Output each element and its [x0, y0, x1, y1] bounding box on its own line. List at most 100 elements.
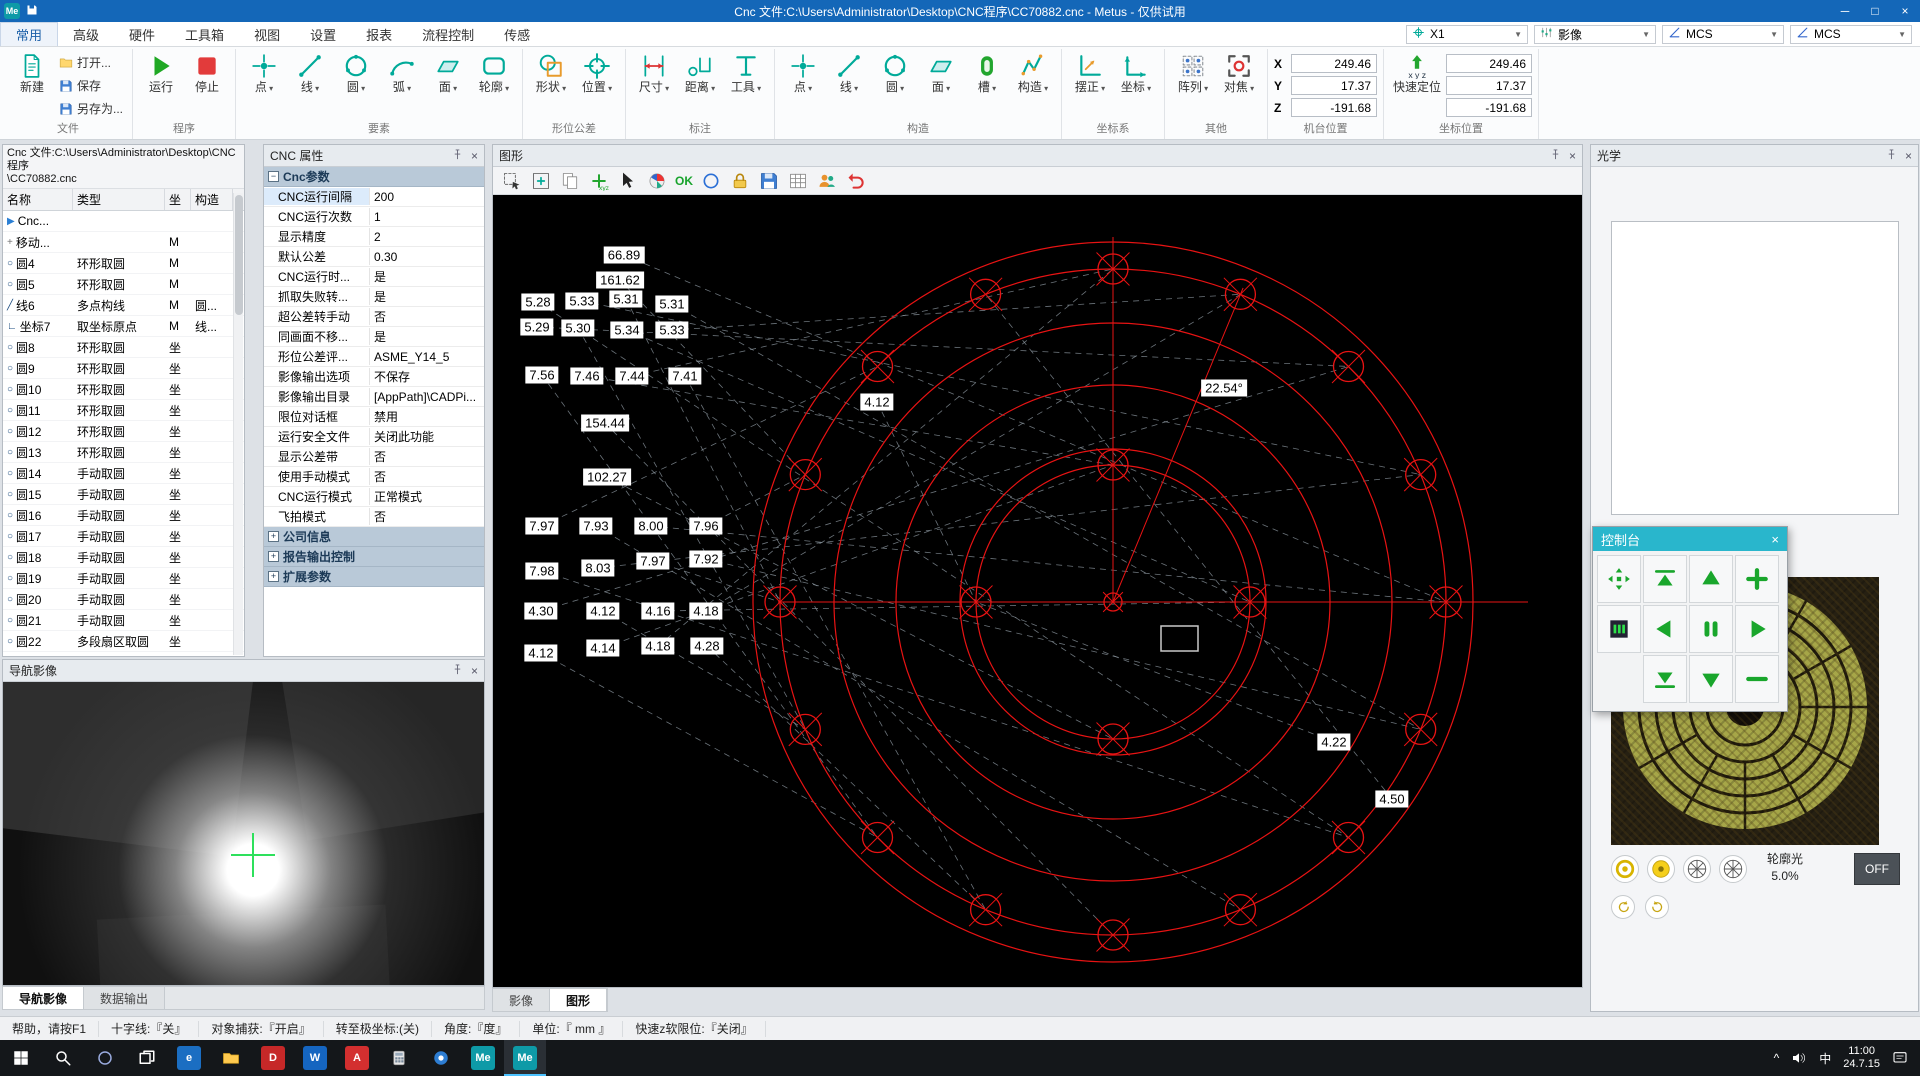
- combo-0-X1[interactable]: X1▼: [1406, 25, 1528, 44]
- minimize-button[interactable]: ─: [1830, 0, 1860, 22]
- prop-row-抓取失败转...[interactable]: 抓取失败转...是: [264, 287, 484, 307]
- light-fan-button-1[interactable]: [1683, 855, 1711, 883]
- ribbon-button-点[interactable]: 点: [242, 49, 286, 95]
- ribbon-button-面[interactable]: 面: [426, 49, 470, 95]
- tree-row-圆16[interactable]: ○圆16手动取圆坐: [3, 505, 244, 526]
- ribbon-button-槽[interactable]: 槽: [965, 49, 1009, 95]
- ribbon-button-圆[interactable]: 圆: [334, 49, 378, 95]
- close-button[interactable]: ×: [1890, 0, 1920, 22]
- prop-row-影像输出选项[interactable]: 影像输出选项不保存: [264, 367, 484, 387]
- tree-row-圆19[interactable]: ○圆19手动取圆坐: [3, 568, 244, 589]
- tab-流程控制[interactable]: 流程控制: [407, 22, 489, 46]
- pin-icon[interactable]: [452, 664, 463, 678]
- taskbar-app-edge[interactable]: e: [168, 1040, 210, 1076]
- prop-row-显示公差带[interactable]: 显示公差带否: [264, 447, 484, 467]
- taskbar-start-button[interactable]: [0, 1040, 42, 1076]
- copy-view-icon[interactable]: [559, 170, 581, 192]
- panel-close-icon[interactable]: ×: [1569, 149, 1576, 163]
- panel-close-icon[interactable]: ×: [1905, 149, 1912, 163]
- tab-报表[interactable]: 报表: [351, 22, 407, 46]
- pointer-tool-icon[interactable]: [617, 170, 639, 192]
- tab-传感[interactable]: 传感: [489, 22, 545, 46]
- ribbon-button-坐标[interactable]: 坐标: [1114, 49, 1158, 95]
- console-step-up[interactable]: [1643, 555, 1687, 603]
- tab-影像[interactable]: 影像: [493, 989, 550, 1011]
- prop-row-默认公差[interactable]: 默认公差0.30: [264, 247, 484, 267]
- pin-icon[interactable]: [452, 149, 463, 163]
- ribbon-button-对焦[interactable]: 对焦: [1217, 49, 1261, 95]
- graphics-canvas[interactable]: 66.89161.625.285.335.315.315.295.305.345…: [493, 195, 1582, 987]
- tree-row-Cnc...[interactable]: ▶Cnc...: [3, 211, 244, 232]
- tree-row-圆17[interactable]: ○圆17手动取圆坐: [3, 526, 244, 547]
- taskbar-search-button[interactable]: [42, 1040, 84, 1076]
- prop-category-报告输出控制[interactable]: +报告输出控制: [264, 547, 484, 567]
- ribbon-button-摆正[interactable]: 摆正: [1068, 49, 1112, 95]
- taskbar-app-folder[interactable]: [210, 1040, 252, 1076]
- taskbar-clock[interactable]: 11:0024.7.15: [1843, 1045, 1880, 1071]
- panel-close-icon[interactable]: ×: [471, 149, 478, 163]
- ribbon-button-保存[interactable]: 保存: [56, 76, 126, 95]
- console-pause[interactable]: [1689, 605, 1733, 653]
- ribbon-button-工具[interactable]: 工具: [724, 49, 768, 95]
- taskbar-app-a[interactable]: A: [336, 1040, 378, 1076]
- taskbar-app-metus-1[interactable]: Me: [462, 1040, 504, 1076]
- prop-row-CNC运行模式[interactable]: CNC运行模式正常模式: [264, 487, 484, 507]
- show-origin-icon[interactable]: xyz: [588, 170, 610, 192]
- tree-row-圆4[interactable]: ○圆4环形取圆M: [3, 253, 244, 274]
- tree-row-圆8[interactable]: ○圆8环形取圆坐: [3, 337, 244, 358]
- prop-category-公司信息[interactable]: +公司信息: [264, 527, 484, 547]
- circle-tool-icon[interactable]: [700, 170, 722, 192]
- ribbon-button-圆[interactable]: 圆: [873, 49, 917, 95]
- combo-1-影像[interactable]: 影像▼: [1534, 25, 1656, 44]
- tree-scrollbar-thumb[interactable]: [235, 195, 243, 315]
- console-jog-down[interactable]: [1689, 655, 1733, 703]
- taskbar-task-view-button[interactable]: [126, 1040, 168, 1076]
- ribbon-button-构造[interactable]: 构造: [1011, 49, 1055, 95]
- ime-indicator[interactable]: 中: [1819, 1050, 1831, 1067]
- prop-row-CNC运行间隔[interactable]: CNC运行间隔200: [264, 187, 484, 207]
- ribbon-button-点[interactable]: 点: [781, 49, 825, 95]
- taskbar-app-metus-2[interactable]: Me: [504, 1040, 546, 1076]
- panel-close-icon[interactable]: ×: [471, 664, 478, 678]
- ribbon-button-打开...[interactable]: 打开...: [56, 53, 126, 72]
- tree-row-圆20[interactable]: ○圆20手动取圆坐: [3, 589, 244, 610]
- light-ring-button[interactable]: [1611, 855, 1639, 883]
- tree-row-圆12[interactable]: ○圆12环形取圆坐: [3, 421, 244, 442]
- console-jog-up[interactable]: [1689, 555, 1733, 603]
- ribbon-button-新建[interactable]: 新建: [10, 49, 54, 94]
- combo-2-MCS[interactable]: MCS▼: [1662, 25, 1784, 44]
- console-close-icon[interactable]: ×: [1771, 532, 1779, 547]
- tab-高级[interactable]: 高级: [58, 22, 114, 46]
- quick-position-button[interactable]: x y z快速定位: [1390, 49, 1444, 94]
- tree-scrollbar[interactable]: [233, 193, 243, 655]
- combo-3-MCS[interactable]: MCS▼: [1790, 25, 1912, 44]
- light-dot-button[interactable]: [1647, 855, 1675, 883]
- prop-category-扩展参数[interactable]: +扩展参数: [264, 567, 484, 587]
- tree-row-圆10[interactable]: ○圆10环形取圆坐: [3, 379, 244, 400]
- save-view-icon[interactable]: [758, 170, 780, 192]
- light-off-button[interactable]: OFF: [1854, 853, 1900, 885]
- console-jog-left[interactable]: [1643, 605, 1687, 653]
- tree-row-圆9[interactable]: ○圆9环形取圆坐: [3, 358, 244, 379]
- console-speed-indicator[interactable]: [1597, 605, 1641, 653]
- tab-硬件[interactable]: 硬件: [114, 22, 170, 46]
- console-speed-plus[interactable]: [1735, 555, 1779, 603]
- nav-camera-view[interactable]: [3, 682, 484, 985]
- ribbon-button-另存为...[interactable]: 另存为...: [56, 99, 126, 118]
- taskbar-app-w[interactable]: W: [294, 1040, 336, 1076]
- light-fan-button-2[interactable]: [1719, 855, 1747, 883]
- ok-confirm-button[interactable]: OK: [675, 170, 693, 192]
- ribbon-button-距离[interactable]: 距离: [678, 49, 722, 95]
- console-titlebar[interactable]: 控制台 ×: [1593, 527, 1787, 551]
- ribbon-button-形状[interactable]: 形状: [529, 49, 573, 95]
- ribbon-button-弧[interactable]: 弧: [380, 49, 424, 95]
- tree-row-圆5[interactable]: ○圆5环形取圆M: [3, 274, 244, 295]
- tree-row-移动...[interactable]: +移动...M: [3, 232, 244, 253]
- prop-row-显示精度[interactable]: 显示精度2: [264, 227, 484, 247]
- prop-row-超公差转手动[interactable]: 超公差转手动否: [264, 307, 484, 327]
- select-region-icon[interactable]: [501, 170, 523, 192]
- prop-row-CNC运行时...[interactable]: CNC运行时...是: [264, 267, 484, 287]
- prop-row-形位公差评...[interactable]: 形位公差评...ASME_Y14_5: [264, 347, 484, 367]
- rotate-cw-button[interactable]: [1645, 895, 1669, 919]
- console-jog-right[interactable]: [1735, 605, 1779, 653]
